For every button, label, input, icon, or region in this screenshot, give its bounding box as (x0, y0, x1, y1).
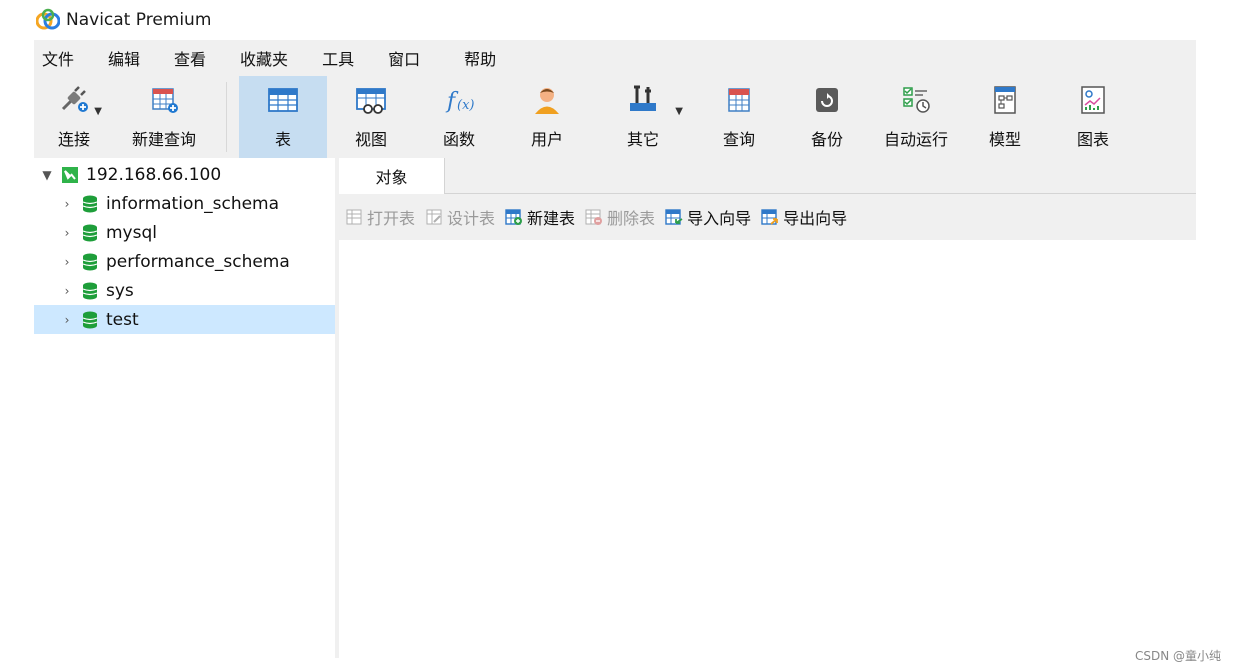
other-dropdown-icon[interactable]: ▼ (675, 106, 683, 117)
open-table-icon (346, 209, 362, 225)
chart-icon (1075, 82, 1111, 118)
menu-view[interactable]: 查看 (174, 46, 206, 70)
navigation-tree: ▼ 192.168.66.100 › information_schema › (34, 158, 339, 658)
tools-icon (625, 82, 661, 118)
connect-dropdown-icon[interactable]: ▼ (94, 106, 102, 117)
export-icon (761, 209, 778, 225)
function-button[interactable]: f (x) 函数 (415, 76, 503, 158)
query-button[interactable]: 查询 (695, 76, 783, 158)
tree-item-information-schema[interactable]: › information_schema (34, 189, 335, 218)
tab-strip: 对象 (339, 158, 1196, 194)
main-area: ▼ 192.168.66.100 › information_schema › (34, 158, 1196, 658)
export-wizard-button[interactable]: 导出向导 (761, 205, 847, 229)
plug-icon (56, 82, 92, 118)
chevron-right-icon[interactable]: › (58, 226, 76, 240)
design-table-button[interactable]: 设计表 (425, 205, 495, 229)
menu-favorites[interactable]: 收藏夹 (240, 46, 288, 70)
new-query-button[interactable]: 新建查询 (114, 76, 214, 158)
toolbar-separator (226, 82, 227, 152)
user-button[interactable]: 用户 (503, 76, 591, 158)
other-button[interactable]: 其它 ▼ (591, 76, 695, 158)
database-icon (80, 253, 100, 271)
navicat-logo-icon (36, 8, 60, 30)
chart-button[interactable]: 图表 (1049, 76, 1137, 158)
watermark: CSDN @童小纯 (1134, 649, 1221, 663)
automation-icon (898, 82, 934, 118)
query-icon (721, 82, 757, 118)
connect-button[interactable]: 连接 ▼ (34, 76, 114, 158)
tree-item-label: mysql (106, 222, 157, 243)
content-pane: 对象 打开表 设计表 新建表 删除表 导入向导 导出向导 (339, 158, 1196, 658)
new-query-icon (146, 82, 182, 118)
delete-table-button[interactable]: 删除表 (585, 205, 655, 229)
object-list-area[interactable] (339, 240, 1196, 658)
connection-node[interactable]: ▼ 192.168.66.100 (34, 160, 335, 189)
main-toolbar: 连接 ▼ 新建查询 表 视图 f (x) 函数 用户 其它 ▼ 查询 备份 自动… (34, 76, 1196, 158)
view-button[interactable]: 视图 (327, 76, 415, 158)
table-button[interactable]: 表 (239, 76, 327, 158)
menu-file[interactable]: 文件 (42, 46, 74, 70)
svg-text:(x): (x) (457, 98, 474, 113)
user-icon (529, 82, 565, 118)
chevron-right-icon[interactable]: › (58, 255, 76, 269)
connection-icon (60, 166, 80, 184)
function-icon: f (x) (441, 82, 477, 118)
tab-objects[interactable]: 对象 (339, 158, 445, 194)
chevron-down-icon[interactable]: ▼ (38, 168, 56, 182)
tree-item-mysql[interactable]: › mysql (34, 218, 335, 247)
database-icon (80, 311, 100, 329)
menu-tools[interactable]: 工具 (322, 46, 354, 70)
open-table-button[interactable]: 打开表 (345, 205, 415, 229)
object-toolbar: 打开表 设计表 新建表 删除表 导入向导 导出向导 (339, 194, 1196, 240)
tree-item-label: performance_schema (106, 251, 290, 272)
delete-table-icon (585, 209, 603, 225)
tree-item-sys[interactable]: › sys (34, 276, 335, 305)
menu-bar: 文件 编辑 查看 收藏夹 工具 窗口 帮助 (34, 40, 1196, 76)
tree-item-performance-schema[interactable]: › performance_schema (34, 247, 335, 276)
title-bar: Navicat Premium (34, 0, 1196, 40)
view-icon (353, 82, 389, 118)
model-icon (987, 82, 1023, 118)
import-wizard-button[interactable]: 导入向导 (665, 205, 751, 229)
tree-item-label: test (106, 309, 139, 330)
new-table-icon (505, 209, 523, 225)
new-table-button[interactable]: 新建表 (505, 205, 575, 229)
menu-window[interactable]: 窗口 (388, 46, 420, 70)
chevron-right-icon[interactable]: › (58, 313, 76, 327)
design-table-icon (426, 209, 442, 225)
menu-edit[interactable]: 编辑 (108, 46, 140, 70)
tree-item-test[interactable]: › test (34, 305, 335, 334)
database-icon (80, 195, 100, 213)
import-icon (665, 209, 683, 225)
chevron-right-icon[interactable]: › (58, 197, 76, 211)
backup-icon (809, 82, 845, 118)
app-title: Navicat Premium (66, 10, 212, 30)
menu-help[interactable]: 帮助 (464, 46, 496, 70)
database-icon (80, 282, 100, 300)
database-icon (80, 224, 100, 242)
tree-item-label: sys (106, 280, 134, 301)
tree-item-label: information_schema (106, 193, 280, 214)
navicat-window: Navicat Premium 文件 编辑 查看 收藏夹 工具 窗口 帮助 连接… (34, 0, 1196, 658)
backup-button[interactable]: 备份 (783, 76, 871, 158)
automation-button[interactable]: 自动运行 (871, 76, 961, 158)
connection-label: 192.168.66.100 (86, 164, 222, 185)
table-icon (265, 82, 301, 118)
chevron-right-icon[interactable]: › (58, 284, 76, 298)
model-button[interactable]: 模型 (961, 76, 1049, 158)
